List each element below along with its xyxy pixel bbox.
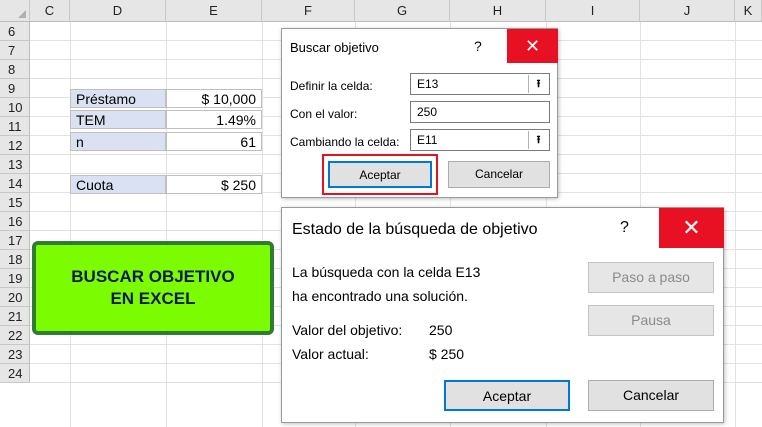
status-message-line-1: La búsqueda con la celda E13	[292, 264, 481, 280]
by-changing-value: E11	[417, 133, 438, 147]
cell-e13-cuota-value[interactable]: $ 250	[166, 175, 262, 194]
pause-button[interactable]: Pausa	[588, 305, 714, 336]
row-header[interactable]: 23	[0, 345, 30, 364]
column-header-d[interactable]: D	[70, 0, 166, 22]
dialog-title: Buscar objetivo	[290, 40, 379, 55]
column-header-g[interactable]: G	[355, 0, 450, 22]
select-all-corner[interactable]	[0, 0, 30, 22]
ok-button[interactable]: Aceptar	[444, 380, 570, 411]
row-header[interactable]: 6	[0, 22, 30, 41]
cell-d9-prestamo-label[interactable]: Préstamo	[70, 89, 166, 108]
goal-seek-dialog: Buscar objetivo ? ✕ Definir la celda: E1…	[281, 28, 558, 198]
status-message-line-2: ha encontrado una solución.	[292, 288, 468, 304]
help-button[interactable]: ?	[474, 38, 482, 54]
by-changing-label: Cambiando la celda:	[290, 135, 400, 149]
banner-line-2: EN EXCEL	[110, 289, 196, 308]
help-button[interactable]: ?	[620, 219, 629, 237]
dialog-title: Estado de la búsqueda de objetivo	[292, 221, 538, 238]
to-value-label: Con el valor:	[290, 107, 358, 121]
target-value-label: Valor del objetivo:	[292, 322, 403, 338]
by-changing-input[interactable]: E11 ⭱	[410, 129, 550, 151]
current-value: $ 250	[429, 346, 465, 362]
row-header[interactable]: 22	[0, 326, 30, 345]
cell-e9-prestamo-value[interactable]: $ 10,000	[166, 89, 262, 108]
row-header[interactable]: 20	[0, 288, 30, 307]
column-header-c[interactable]: C	[30, 0, 70, 22]
row-header[interactable]: 15	[0, 193, 30, 212]
row-header[interactable]: 9	[0, 79, 30, 98]
set-cell-label: Definir la celda:	[290, 79, 373, 93]
column-header-i[interactable]: I	[546, 0, 640, 22]
row-header[interactable]: 17	[0, 231, 30, 250]
row-header[interactable]: 13	[0, 155, 30, 174]
row-header[interactable]: 11	[0, 117, 30, 136]
close-button[interactable]: ✕	[659, 208, 724, 248]
set-cell-value: E13	[417, 77, 439, 91]
goal-seek-status-dialog: Estado de la búsqueda de objetivo ? ✕ La…	[281, 207, 724, 423]
column-header-e[interactable]: E	[166, 0, 262, 22]
target-value: 250	[429, 322, 453, 338]
banner-line-1: BUSCAR OBJETIVO	[71, 267, 235, 286]
set-cell-input[interactable]: E13 ⭱	[410, 73, 550, 95]
title-banner: BUSCAR OBJETIVO EN EXCEL	[32, 241, 274, 335]
cell-d11-n-label[interactable]: n	[70, 132, 166, 151]
row-header[interactable]: 19	[0, 269, 30, 288]
step-button[interactable]: Paso a paso	[588, 262, 714, 293]
cancel-button[interactable]: Cancelar	[448, 161, 550, 188]
row-header[interactable]: 14	[0, 174, 30, 193]
column-header-h[interactable]: H	[450, 0, 546, 22]
current-value-label: Valor actual:	[292, 346, 369, 362]
row-header[interactable]: 21	[0, 307, 30, 326]
row-header[interactable]: 24	[0, 364, 30, 383]
cell-e10-tem-value[interactable]: 1.49%	[166, 110, 262, 129]
column-header-k[interactable]: K	[735, 0, 762, 22]
column-header-f[interactable]: F	[262, 0, 355, 22]
ok-button[interactable]: Aceptar	[328, 161, 432, 188]
to-value-input[interactable]: 250	[410, 101, 550, 123]
row-header[interactable]: 7	[0, 41, 30, 60]
row-header[interactable]: 10	[0, 98, 30, 117]
cell-d10-tem-label[interactable]: TEM	[70, 110, 166, 129]
row-header[interactable]: 8	[0, 60, 30, 79]
row-header[interactable]: 12	[0, 136, 30, 155]
cell-d13-cuota-label[interactable]: Cuota	[70, 175, 166, 194]
column-header-j[interactable]: J	[640, 0, 735, 22]
cell-e11-n-value[interactable]: 61	[166, 132, 262, 151]
row-header[interactable]: 18	[0, 250, 30, 269]
close-button[interactable]: ✕	[507, 29, 558, 63]
range-picker-icon[interactable]: ⭱	[528, 75, 548, 93]
row-header[interactable]: 16	[0, 212, 30, 231]
to-value-value: 250	[417, 105, 438, 119]
cancel-button[interactable]: Cancelar	[588, 380, 714, 411]
range-picker-icon[interactable]: ⭱	[528, 131, 548, 149]
